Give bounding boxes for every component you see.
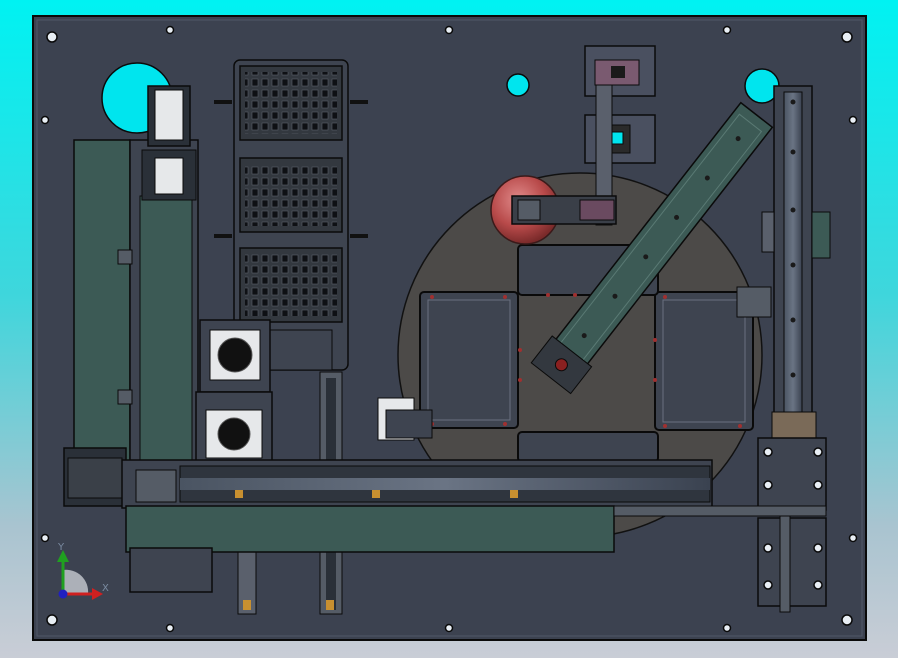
cad-viewport[interactable]: Y X <box>0 0 898 658</box>
camera-block-upper[interactable] <box>199 319 271 393</box>
origin-marker <box>58 589 68 599</box>
left-column-module[interactable] <box>73 85 199 471</box>
gripper-head[interactable] <box>511 195 617 225</box>
x-axis-label: X <box>102 583 109 594</box>
tray-2[interactable] <box>239 157 343 233</box>
tray-3[interactable] <box>239 247 343 323</box>
tray-1[interactable] <box>239 65 343 141</box>
y-axis-label: Y <box>57 542 65 553</box>
turntable-nest <box>419 291 519 429</box>
